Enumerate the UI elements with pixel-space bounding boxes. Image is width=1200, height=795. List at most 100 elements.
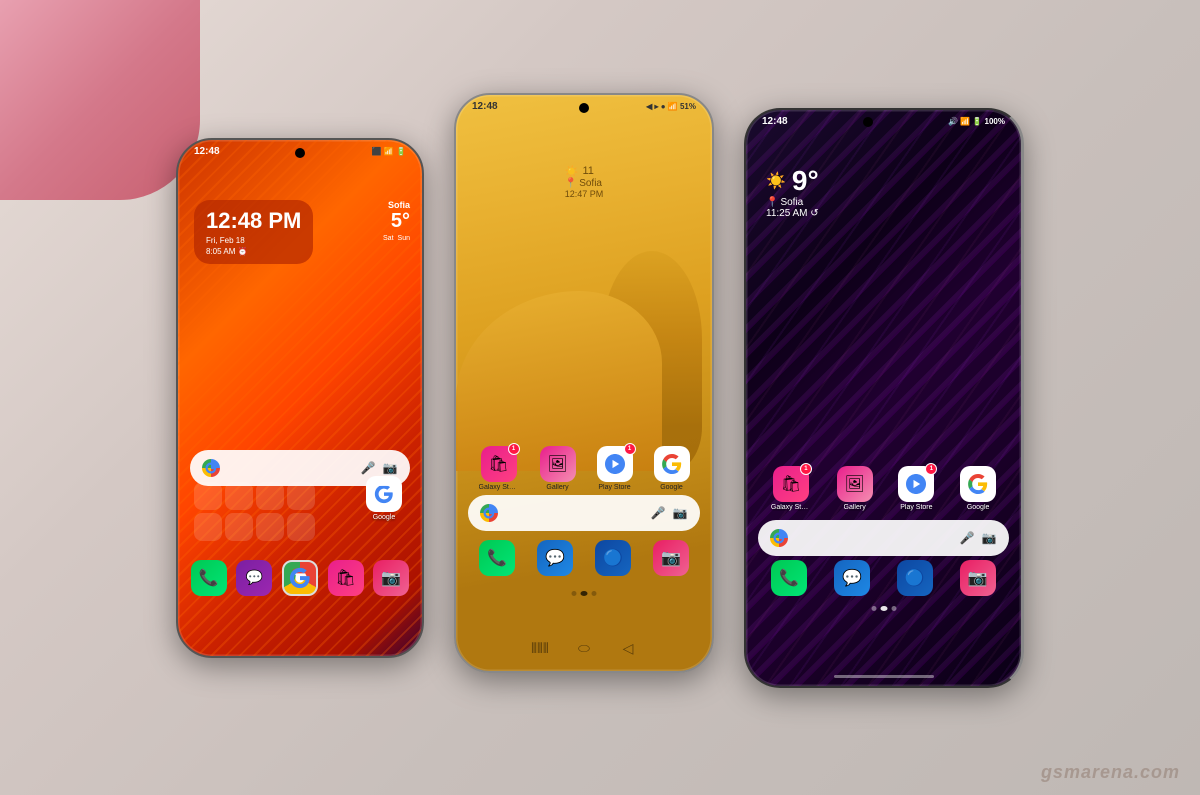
- phone-1-dot-5: [194, 513, 222, 541]
- phone-2-camera-icon: 📷: [653, 540, 689, 576]
- phone-2-clock-time: 11: [582, 165, 593, 177]
- phone-3-gallery-icon: 🖼: [837, 466, 873, 502]
- phone-1-google-label: Google: [373, 514, 396, 521]
- phone-2-power-btn: [713, 175, 714, 225]
- phone-2-google[interactable]: Google: [654, 446, 690, 491]
- phone-3-power-btn: [1022, 190, 1024, 240]
- phone-3-dock-camera[interactable]: 📷: [960, 560, 996, 596]
- phone-2-gallery-icon: 🖼: [540, 446, 576, 482]
- phone-3-google-icon: [960, 466, 996, 502]
- phone-2-status-icons: ◀ ▸ ● 📶 51%: [646, 102, 696, 111]
- phone-1-dot-4: [287, 482, 315, 510]
- phone-1-google-search-icon: [202, 459, 220, 477]
- phone-1-app-dots: [194, 482, 315, 541]
- phone-2-google-label: Google: [660, 484, 683, 491]
- phone-2-city-pin: 📍: [565, 178, 577, 189]
- phone-2-nav-recents[interactable]: ◁: [616, 637, 640, 661]
- phone-3-dock-phone[interactable]: 📞: [771, 560, 807, 596]
- phone-2-nav-back[interactable]: ⫴⫴⫴: [528, 637, 552, 661]
- phone-3-vol-down-btn: [744, 230, 745, 265]
- phone-3-dot-2: [880, 606, 887, 611]
- phone-3-nav-line: [834, 675, 934, 678]
- phone-1-camera-icon: 📷: [373, 560, 409, 596]
- phone-3-galaxy-store-icon: 🛍 1: [773, 466, 809, 502]
- phone-2-dock-messages[interactable]: 💬: [537, 540, 573, 576]
- phone-1-app-galaxy[interactable]: 🛍: [328, 560, 364, 596]
- phone-2-time: 12:48: [472, 101, 498, 112]
- phone-2-weather-icon: ☀️: [565, 165, 579, 178]
- phone-2-dock-bixby[interactable]: 🔵: [595, 540, 631, 576]
- phone-2-galaxy-store[interactable]: 🛍 1 Galaxy Store: [479, 446, 519, 491]
- phone-2-dot-1: [572, 591, 577, 596]
- phone-3-camera-icon: 📷: [960, 560, 996, 596]
- phone-2-play-store[interactable]: 1 Play Store: [597, 446, 633, 491]
- phone-1-dot-3: [256, 482, 284, 510]
- phone-1-app-chrome[interactable]: [282, 560, 318, 596]
- phone-1-search-bar[interactable]: 🎤 📷: [190, 450, 410, 486]
- phone-2-gallery[interactable]: 🖼 Gallery: [540, 446, 576, 491]
- phone-3-punch-hole-status: [863, 117, 873, 127]
- phone-1-weather-sat: Sat: [383, 235, 394, 242]
- phone-2-gallery-label: Gallery: [546, 484, 568, 491]
- phone-2-bixby-icon: 🔵: [595, 540, 631, 576]
- phone-3-weather-city-row: 📍 Sofia: [766, 197, 819, 208]
- phone-3-google[interactable]: Google: [960, 466, 996, 511]
- phone-1-widget-sub: 8:05 AM ⏰: [206, 247, 301, 256]
- phone-2-play-store-badge: 1: [624, 443, 636, 455]
- phone-3-gallery-label: Gallery: [844, 504, 866, 511]
- phone-1-app-phone[interactable]: 📞: [191, 560, 227, 596]
- phone-1-dock: 📞 💬 🛍 📷: [186, 560, 414, 596]
- phone-2-city: Sofia: [579, 178, 602, 189]
- phone-1-camera-hole: [295, 148, 305, 158]
- phone-3-galaxy-store[interactable]: 🛍 1 Galaxy Store: [771, 466, 811, 511]
- phone-2-search-mic-icon: 🎤: [650, 505, 666, 521]
- phone-3-location-icon: 📍: [766, 197, 778, 208]
- phone-3-dock-bixby[interactable]: 🔵: [897, 560, 933, 596]
- phone-3-messages-icon: 💬: [834, 560, 870, 596]
- phone-3-galaxy-store-label: Galaxy Store: [771, 504, 811, 511]
- phone-1-widget-date: Fri, Feb 18: [206, 236, 301, 245]
- phone-1-app-viber[interactable]: 💬: [236, 560, 272, 596]
- phone-1-viber-icon: 💬: [236, 560, 272, 596]
- phone-2-play-store-label: Play Store: [598, 484, 630, 491]
- phone-1-body: 12:48 ⬛ 📶 🔋 12:48 PM Fri, Feb 18 8:05 AM…: [176, 138, 424, 658]
- phone-1-dot-2: [225, 482, 253, 510]
- phone-2-dock-camera[interactable]: 📷: [653, 540, 689, 576]
- phone-1-weather-city: Sofia: [383, 200, 410, 210]
- phone-1-vol-down-btn: [176, 260, 177, 295]
- phone-2-dock: 📞 💬 🔵 📷: [468, 540, 700, 576]
- phone-3-weather-sun-icon: ☀️: [766, 171, 786, 191]
- phone-2-galaxy-store-badge: 1: [508, 443, 520, 455]
- phone-3-dock-messages[interactable]: 💬: [834, 560, 870, 596]
- phone-2-galaxy-store-icon: 🛍 1: [481, 446, 517, 482]
- phones-container: 12:48 ⬛ 📶 🔋 12:48 PM Fri, Feb 18 8:05 AM…: [0, 0, 1200, 795]
- phone-3-time: 12:48: [762, 116, 788, 127]
- phone-1-dot-1: [194, 482, 222, 510]
- phone-2-search-bar[interactable]: 🎤 📷: [468, 495, 700, 531]
- phone-2-play-store-icon: 1: [597, 446, 633, 482]
- phone-2-messages-icon: 💬: [537, 540, 573, 576]
- phone-1-time: 12:48: [194, 146, 220, 157]
- phone-1-search-lens-icon: 📷: [382, 460, 398, 476]
- phone-samsung-s22-yellow: 12:48 ◀ ▸ ● 📶 51% ☀️ 11 📍 Sofia 12:47 PM: [454, 93, 714, 673]
- phone-2-dock-phone[interactable]: 📞: [479, 540, 515, 576]
- phone-3-search-bar[interactable]: 🎤 📷: [758, 520, 1009, 556]
- phone-1-chrome-icon: [282, 560, 318, 596]
- phone-1-phone-icon: 📞: [191, 560, 227, 596]
- phone-2-date-time: 12:47 PM: [565, 189, 604, 199]
- phone-3-dock: 📞 💬 🔵 📷: [758, 560, 1009, 596]
- phone-3-body: 12:48 🔊 📶 🔋 100% ☀️ 9° 📍 Sofia 11:25 AM …: [744, 108, 1024, 688]
- phone-3-google-search-icon: [770, 529, 788, 547]
- phone-2-galaxy-store-label: Galaxy Store: [479, 484, 519, 491]
- phone-3-gallery[interactable]: 🖼 Gallery: [837, 466, 873, 511]
- phone-1-weather-sun: Sun: [398, 235, 410, 242]
- phone-3-play-store[interactable]: 1 Play Store: [898, 466, 934, 511]
- phone-3-status-bar: 12:48 🔊 📶 🔋 100%: [746, 110, 1021, 134]
- phone-1-app-camera[interactable]: 📷: [373, 560, 409, 596]
- phone-3-play-store-label: Play Store: [900, 504, 932, 511]
- phone-2-weather-row: ☀️ 11: [565, 165, 604, 178]
- phone-1-vol-up-btn: [176, 210, 177, 245]
- phone-3-search-lens-icon: 📷: [981, 530, 997, 546]
- phone-2-nav-home[interactable]: ⬭: [572, 637, 596, 661]
- phone-3-galaxy-store-badge: 1: [800, 463, 812, 475]
